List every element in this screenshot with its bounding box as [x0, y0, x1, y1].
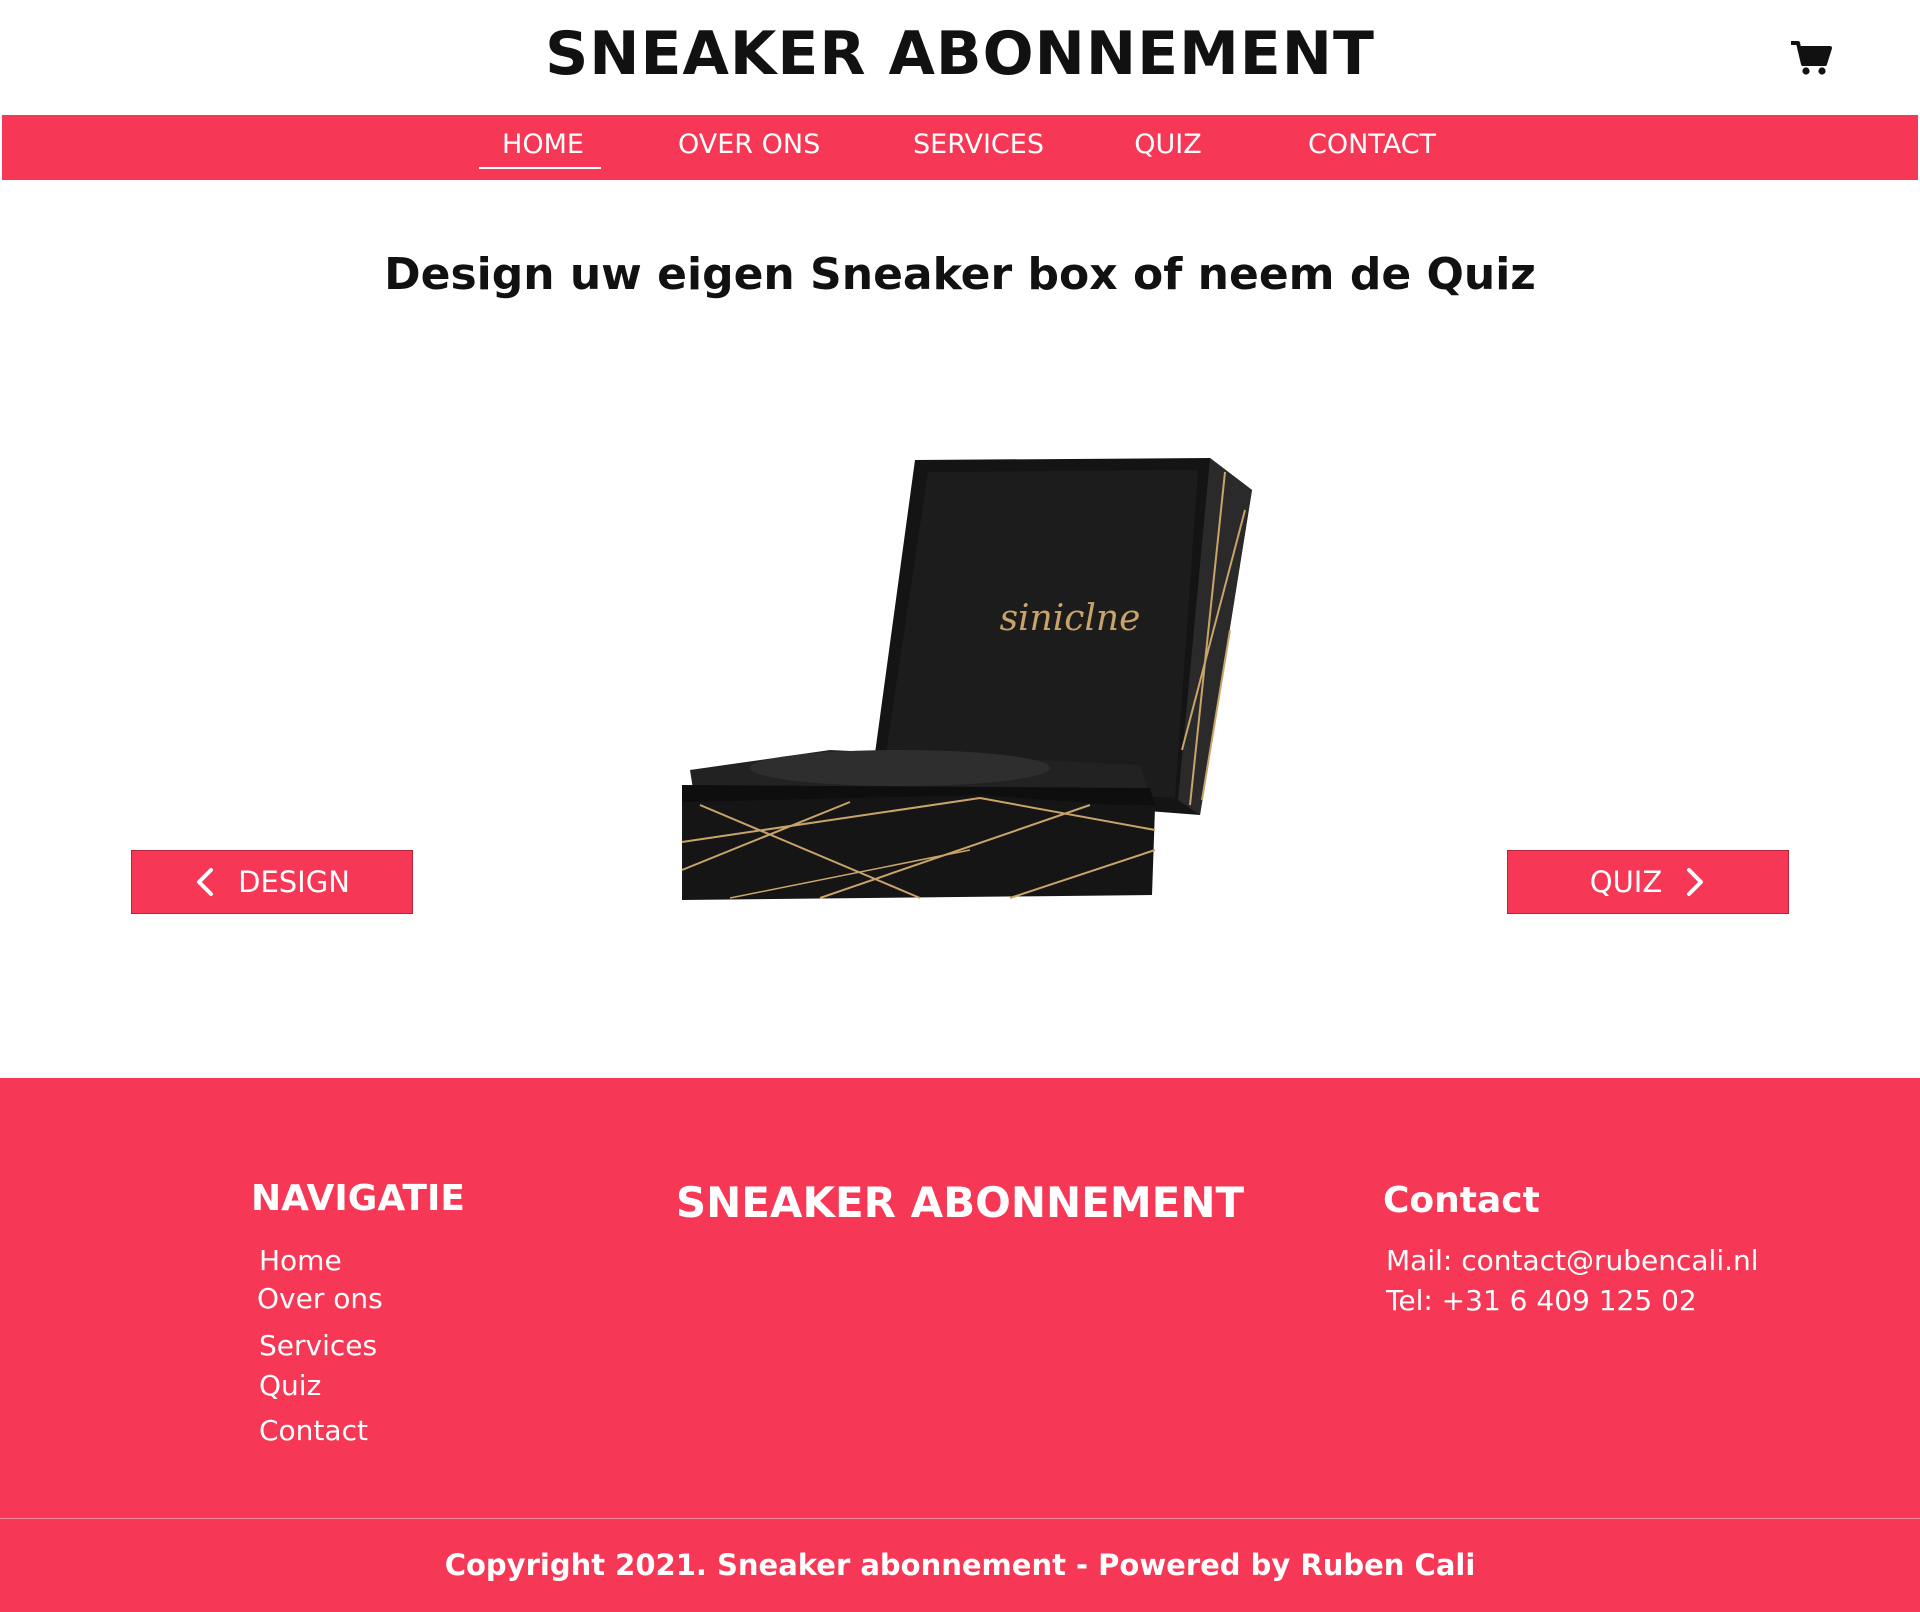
page: SNEAKER ABONNEMENT HOME OVER ONS SERVICE…	[0, 0, 1920, 1612]
footer: NAVIGATIE Home Over ons Services Quiz Co…	[0, 1078, 1920, 1518]
footer-contact-heading: Contact	[1383, 1180, 1540, 1221]
main-nav: HOME OVER ONS SERVICES QUIZ CONTACT	[2, 115, 1918, 180]
copyright-text: Copyright 2021. Sneaker abonnement - Pow…	[444, 1548, 1476, 1582]
footer-link-quiz[interactable]: Quiz	[259, 1368, 321, 1404]
quiz-button[interactable]: QUIZ	[1507, 850, 1789, 914]
chevron-right-icon	[1687, 868, 1704, 896]
design-button-label: DESIGN	[238, 865, 350, 899]
footer-bottom-bar: Copyright 2021. Sneaker abonnement - Pow…	[0, 1518, 1920, 1612]
nav-item-quiz[interactable]: QUIZ	[1133, 115, 1203, 180]
nav-item-home[interactable]: HOME	[479, 115, 601, 180]
nav-item-contact[interactable]: CONTACT	[1308, 115, 1436, 180]
nav-item-over-ons[interactable]: OVER ONS	[678, 115, 820, 180]
footer-link-services[interactable]: Services	[259, 1328, 377, 1364]
site-title: SNEAKER ABONNEMENT	[545, 19, 1375, 89]
footer-link-over-ons[interactable]: Over ons	[257, 1281, 383, 1317]
page-headline: Design uw eigen Sneaker box of neem de Q…	[384, 249, 1536, 300]
design-button[interactable]: DESIGN	[131, 850, 413, 914]
nav-item-services[interactable]: SERVICES	[913, 115, 1044, 180]
footer-tel: Tel: +31 6 409 125 02	[1386, 1284, 1697, 1317]
quiz-button-label: QUIZ	[1589, 865, 1663, 899]
chevron-left-icon	[197, 868, 214, 896]
footer-mail: Mail: contact@rubencali.nl	[1386, 1244, 1759, 1277]
sneaker-box-image: siniclne	[670, 450, 1270, 910]
footer-brand: SNEAKER ABONNEMENT	[675, 1178, 1245, 1227]
product-brand-text: siniclne	[1000, 598, 1141, 639]
footer-link-home[interactable]: Home	[259, 1243, 342, 1279]
shopping-cart-icon[interactable]	[1790, 40, 1832, 76]
footer-link-contact[interactable]: Contact	[259, 1413, 368, 1449]
